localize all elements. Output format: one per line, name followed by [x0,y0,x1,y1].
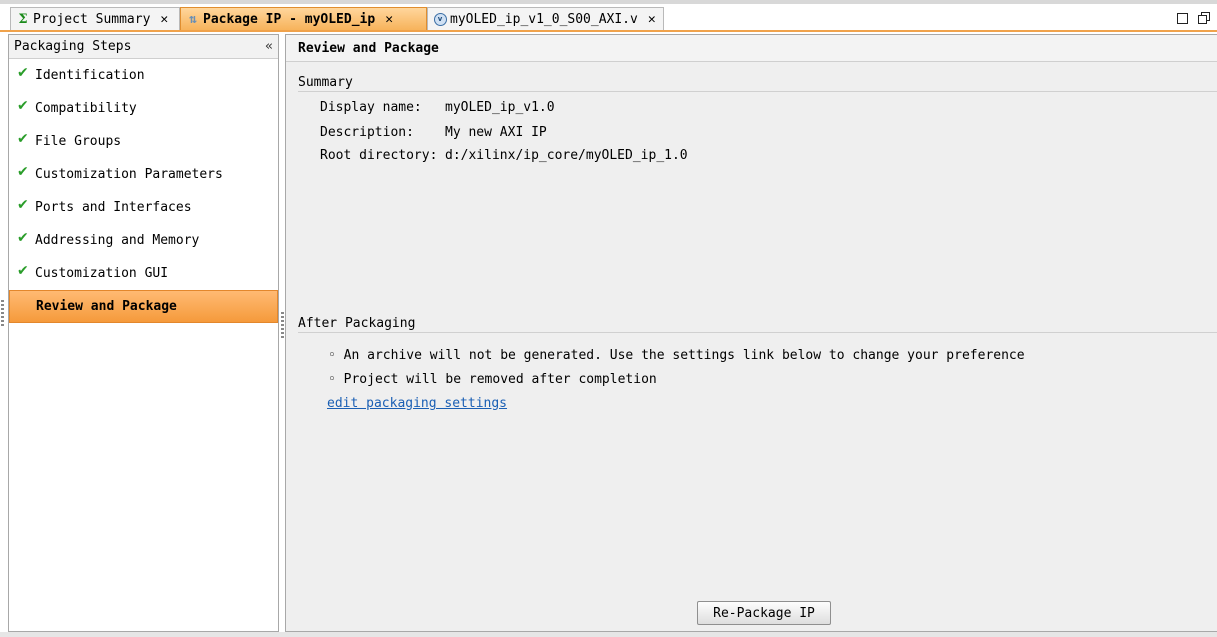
summary-row-display-name: Display name: myOLED_ip_v1.0 [320,100,555,115]
summary-key: Description: [320,125,414,140]
list-item: ◦ An archive will not be generated. Use … [328,348,1025,363]
panel-splitter-handle[interactable] [281,312,284,338]
editor-tab-bar: Σ Project Summary ✕ ⇅ Package IP - myOLE… [0,4,1217,32]
check-icon: ✔ [17,262,29,279]
step-label: Customization GUI [35,266,169,281]
summary-key: Display name: [320,100,422,115]
list-item-text: Project will be removed after completion [343,372,657,387]
collapse-icon[interactable]: « [265,39,273,54]
step-label: Customization Parameters [35,167,223,182]
tab-label: Package IP - myOLED_ip [203,11,376,27]
summary-value: d:/xilinx/ip_core/myOLED_ip_1.0 [445,148,688,163]
step-customization-gui[interactable]: ✔ Customization GUI [9,257,278,290]
check-icon: ✔ [17,130,29,147]
verilog-file-icon: v [432,12,448,26]
vivado-package-ip-window: Σ Project Summary ✕ ⇅ Package IP - myOLE… [0,0,1217,637]
check-icon: ✔ [17,163,29,180]
summary-row-description: Description: My new AXI IP [320,125,547,140]
restore-icon[interactable] [1198,12,1210,24]
bullet-icon: ◦ [328,372,336,387]
packaging-steps-panel: Packaging Steps « ✔ Identification ✔ Com… [8,34,279,632]
step-addressing-and-memory[interactable]: ✔ Addressing and Memory [9,224,278,257]
sigma-icon: Σ [18,11,28,27]
summary-heading: Summary [298,75,353,90]
maximize-icon[interactable] [1177,13,1188,24]
edit-packaging-settings-link[interactable]: edit packaging settings [327,396,507,411]
package-icon: ⇅ [189,11,197,27]
list-item: ◦ Project will be removed after completi… [328,372,657,387]
step-label: Review and Package [36,299,177,314]
check-icon: ✔ [17,64,29,81]
bottom-strip [0,632,1217,637]
after-packaging-heading: After Packaging [298,316,416,331]
step-label: Compatibility [35,101,137,116]
step-review-and-package[interactable]: Review and Package [9,290,278,323]
review-and-package-panel: Review and Package Summary Display name:… [285,34,1217,632]
tab-label: myOLED_ip_v1_0_S00_AXI.v [450,11,638,27]
packaging-steps-header: Packaging Steps « [9,35,278,59]
check-icon: ✔ [17,229,29,246]
summary-row-root-directory: Root directory: d:/xilinx/ip_core/myOLED… [320,148,688,163]
tab-package-ip[interactable]: ⇅ Package IP - myOLED_ip ✕ [180,7,427,30]
summary-value: My new AXI IP [445,125,547,140]
tab-verilog-file[interactable]: v myOLED_ip_v1_0_S00_AXI.v ✕ [427,7,664,30]
step-label: File Groups [35,134,122,149]
panel-title: Packaging Steps [14,39,132,54]
step-identification[interactable]: ✔ Identification [9,59,278,92]
step-ports-and-interfaces[interactable]: ✔ Ports and Interfaces [9,191,278,224]
window-controls [1177,11,1210,24]
step-compatibility[interactable]: ✔ Compatibility [9,92,278,125]
summary-key: Root directory: [320,148,438,163]
summary-divider [298,91,1217,92]
step-customization-parameters[interactable]: ✔ Customization Parameters [9,158,278,191]
step-file-groups[interactable]: ✔ File Groups [9,125,278,158]
close-icon[interactable]: ✕ [160,12,168,27]
close-icon[interactable]: ✕ [385,12,393,27]
step-label: Ports and Interfaces [35,200,192,215]
tab-project-summary[interactable]: Σ Project Summary ✕ [10,7,180,30]
check-icon: ✔ [17,97,29,114]
list-item-text: An archive will not be generated. Use th… [343,348,1025,363]
summary-value: myOLED_ip_v1.0 [445,100,555,115]
left-splitter-handle[interactable] [1,300,4,326]
close-icon[interactable]: ✕ [648,12,656,27]
bullet-icon: ◦ [328,348,336,363]
page-title: Review and Package [286,35,1217,62]
tab-label: Project Summary [33,11,151,27]
check-icon: ✔ [17,196,29,213]
step-label: Addressing and Memory [35,233,200,248]
step-label: Identification [35,68,145,83]
re-package-ip-button[interactable]: Re-Package IP [697,601,831,625]
after-packaging-divider [298,332,1217,333]
